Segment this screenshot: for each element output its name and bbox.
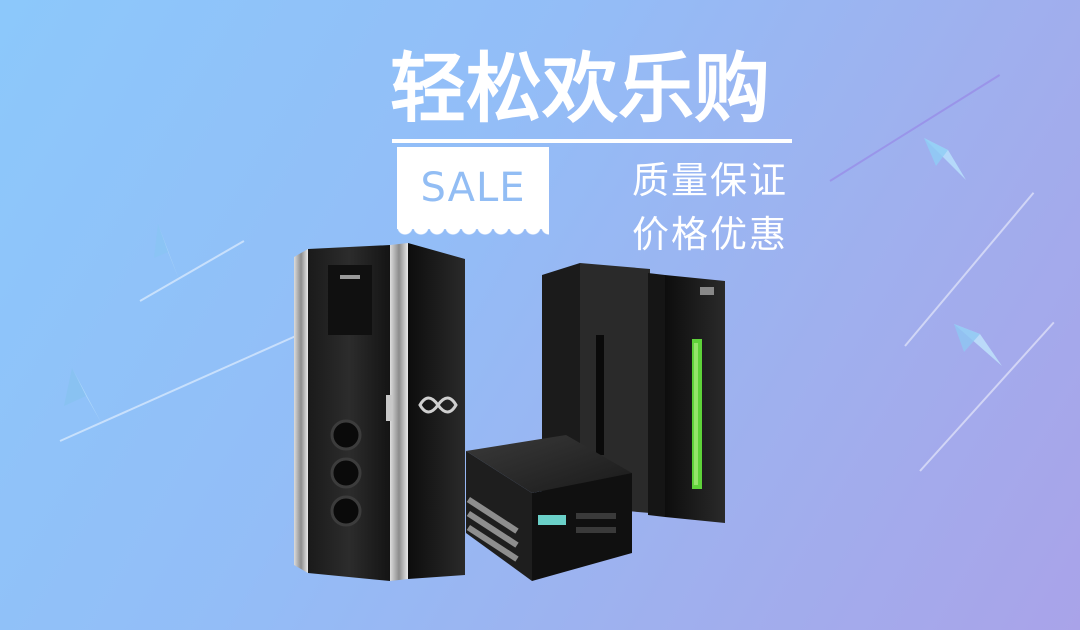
server-products-image <box>294 243 725 581</box>
promo-banner: 轻松欢乐购 SALE 质量保证 价格优惠 <box>0 0 1080 630</box>
subtitle-quality: 质量保证 <box>632 159 788 202</box>
paper-plane-icon <box>64 368 102 424</box>
sale-label: SALE <box>420 165 526 211</box>
headline-underline <box>392 139 792 143</box>
headline-title: 轻松欢乐购 <box>390 44 770 133</box>
sale-tag: SALE <box>397 147 549 237</box>
fujitsu-tower-server-icon <box>294 243 465 581</box>
paper-plane-icon <box>954 324 1002 366</box>
light-streak <box>829 74 1001 182</box>
paper-plane-icon <box>154 224 180 282</box>
paper-plane-icon <box>924 138 966 180</box>
